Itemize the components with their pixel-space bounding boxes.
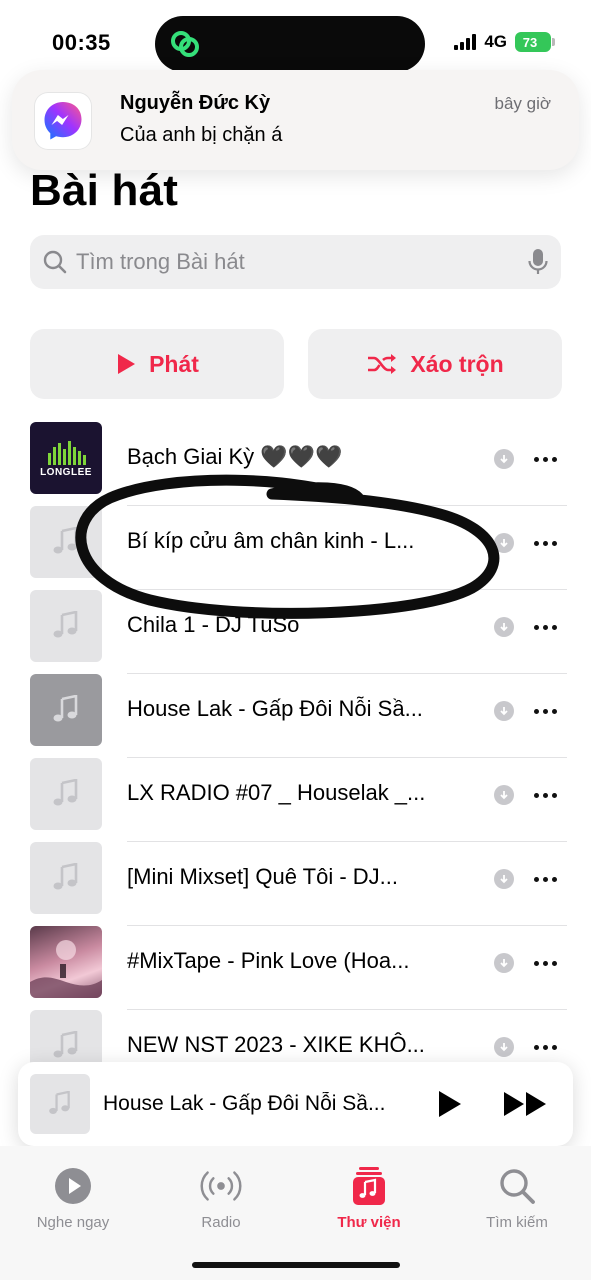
- tab-search[interactable]: Tìm kiếm: [457, 1164, 577, 1231]
- music-note-icon: [53, 527, 78, 554]
- search-icon: [43, 250, 67, 274]
- tab-library[interactable]: Thư viện: [309, 1164, 429, 1231]
- tab-label: Radio: [201, 1214, 241, 1231]
- download-icon[interactable]: [494, 953, 514, 973]
- song-title: House Lak - Gấp Đôi Nỗi Sầ...: [127, 696, 423, 721]
- song-row[interactable]: Bí kíp cửu âm chân kinh - L...: [0, 506, 591, 590]
- shuffle-icon: [368, 354, 397, 374]
- more-options-icon[interactable]: [529, 867, 561, 891]
- messenger-icon: [34, 92, 92, 150]
- song-title: Bạch Giai Kỳ 🖤🖤🖤: [127, 444, 343, 469]
- song-artwork: [30, 758, 102, 830]
- song-artwork: [30, 590, 102, 662]
- shuffle-button-label: Xáo trộn: [410, 350, 504, 377]
- download-icon[interactable]: [494, 701, 514, 721]
- music-note-icon: [53, 695, 78, 722]
- play-button-label: Phát: [149, 350, 199, 377]
- more-options-icon[interactable]: [529, 531, 561, 555]
- song-artwork: [30, 674, 102, 746]
- song-row[interactable]: [Mini Mixset] Quê Tôi - DJ...: [0, 842, 591, 926]
- mini-player[interactable]: House Lak - Gấp Đôi Nỗi Sầ...: [18, 1062, 573, 1146]
- download-icon[interactable]: [494, 449, 514, 469]
- music-note-icon: [53, 1031, 78, 1058]
- search-icon: [495, 1164, 539, 1208]
- song-row[interactable]: LONGLEE Bạch Giai Kỳ 🖤🖤🖤: [0, 422, 591, 506]
- radio-icon: [199, 1164, 243, 1208]
- network-type: 4G: [484, 32, 507, 51]
- song-title: Bí kíp cửu âm chân kinh - L...: [127, 528, 415, 553]
- song-row[interactable]: Chila 1 - DJ TuSo: [0, 590, 591, 674]
- home-indicator[interactable]: [192, 1262, 400, 1268]
- play-button[interactable]: Phát: [30, 329, 284, 399]
- status-time: 00:35: [52, 30, 111, 55]
- more-options-icon[interactable]: [529, 951, 561, 975]
- song-title: #MixTape - Pink Love (Hoa...: [127, 948, 410, 973]
- music-note-icon: [53, 611, 78, 638]
- link-icon: [171, 31, 199, 57]
- search-bar[interactable]: [30, 235, 561, 289]
- download-icon[interactable]: [494, 785, 514, 805]
- song-artwork: [30, 842, 102, 914]
- mini-player-artwork: [30, 1074, 90, 1134]
- tab-listen-now[interactable]: Nghe ngay: [13, 1164, 133, 1231]
- notification-banner[interactable]: Nguyễn Đức Kỳ Của anh bị chặn á bây giờ: [12, 70, 579, 170]
- more-options-icon[interactable]: [529, 1035, 561, 1059]
- battery-icon: 73: [515, 32, 555, 52]
- tab-radio[interactable]: Radio: [161, 1164, 281, 1231]
- microphone-icon[interactable]: [527, 248, 549, 276]
- music-note-icon: [53, 863, 78, 890]
- notification-time: bây giờ: [494, 94, 551, 113]
- download-icon[interactable]: [494, 869, 514, 889]
- artwork-label: LONGLEE: [40, 466, 92, 478]
- download-icon[interactable]: [494, 1037, 514, 1057]
- music-note-icon: [53, 779, 78, 806]
- song-artwork: [30, 926, 102, 998]
- library-icon: [347, 1164, 391, 1208]
- shuffle-button[interactable]: Xáo trộn: [308, 329, 562, 399]
- battery-level: 73: [522, 34, 538, 50]
- page-title: Bài hát: [30, 166, 179, 215]
- play-circle-icon: [51, 1164, 95, 1208]
- notification-message: Của anh bị chặn á: [120, 124, 283, 146]
- now-playing-title: House Lak - Gấp Đôi Nỗi Sầ...: [103, 1092, 386, 1115]
- song-title: LX RADIO #07 _ Houselak _...: [127, 780, 426, 805]
- dynamic-island: [155, 16, 425, 72]
- song-row[interactable]: LX RADIO #07 _ Houselak _...: [0, 758, 591, 842]
- song-artwork: [30, 506, 102, 578]
- signal-icon: [454, 34, 477, 50]
- equalizer-icon: [48, 440, 86, 465]
- tab-label: Thư viện: [337, 1214, 401, 1231]
- song-title: Chila 1 - DJ TuSo: [127, 612, 300, 637]
- more-options-icon[interactable]: [529, 615, 561, 639]
- fast-forward-icon[interactable]: [502, 1088, 550, 1120]
- song-row[interactable]: #MixTape - Pink Love (Hoa...: [0, 926, 591, 1010]
- notification-sender: Nguyễn Đức Kỳ: [120, 92, 271, 114]
- search-input[interactable]: [76, 249, 527, 275]
- tab-bar: Nghe ngay Radio Thư viện Tìm kiếm: [0, 1146, 591, 1280]
- tab-label: Nghe ngay: [36, 1214, 110, 1231]
- song-row[interactable]: House Lak - Gấp Đôi Nỗi Sầ...: [0, 674, 591, 758]
- music-note-icon: [49, 1091, 70, 1114]
- status-indicators: 4G 73: [454, 32, 555, 52]
- download-icon[interactable]: [494, 617, 514, 637]
- play-icon[interactable]: [433, 1088, 465, 1120]
- tab-label: Tìm kiếm: [486, 1214, 548, 1231]
- play-icon: [118, 354, 136, 374]
- more-options-icon[interactable]: [529, 447, 561, 471]
- more-options-icon[interactable]: [529, 783, 561, 807]
- song-artwork: LONGLEE: [30, 422, 102, 494]
- pink-scene-image: [30, 940, 102, 998]
- download-icon[interactable]: [494, 533, 514, 553]
- song-title: [Mini Mixset] Quê Tôi - DJ...: [127, 864, 398, 889]
- song-title: NEW NST 2023 - XIKE KHÔ...: [127, 1032, 425, 1057]
- more-options-icon[interactable]: [529, 699, 561, 723]
